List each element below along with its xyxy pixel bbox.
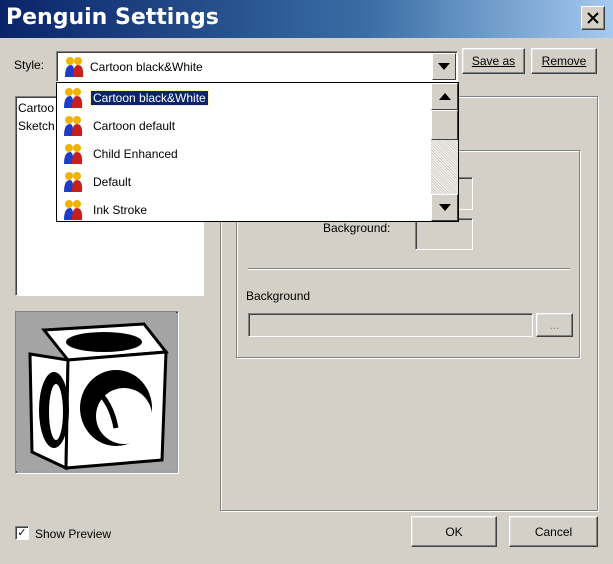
dropdown-option[interactable]: Default xyxy=(57,168,431,196)
style-dropdown-button[interactable] xyxy=(432,53,456,80)
window-title: Penguin Settings xyxy=(6,5,219,30)
penguin-style-icon xyxy=(64,172,83,192)
dropdown-option-label: Child Enhanced xyxy=(93,147,178,161)
dropdown-option-label: Cartoon default xyxy=(93,119,176,133)
background-group-label: Background xyxy=(246,289,311,303)
dropdown-arrow-icon xyxy=(438,62,450,70)
dropdown-option[interactable]: Cartoon black&White xyxy=(57,84,431,112)
cancel-button[interactable]: Cancel xyxy=(509,516,598,547)
separator xyxy=(248,268,570,270)
penguin-style-icon xyxy=(65,57,84,77)
style-list-item[interactable]: Cartoo xyxy=(18,101,54,115)
style-dropdown-list[interactable]: Cartoon black&White Cartoon default Chil… xyxy=(56,82,459,222)
dropdown-option[interactable]: Cartoon default xyxy=(57,112,431,140)
penguin-style-icon xyxy=(64,116,83,136)
scroll-down-button[interactable] xyxy=(431,194,458,221)
dropdown-option-label: Ink Stroke xyxy=(93,203,148,217)
close-icon xyxy=(587,12,599,24)
scroll-up-button[interactable] xyxy=(431,83,458,110)
ok-label: OK xyxy=(445,524,463,539)
background-path-field[interactable] xyxy=(248,313,533,337)
save-as-label: Save as xyxy=(471,54,516,68)
penguin-style-icon xyxy=(64,200,83,220)
dropdown-option-label: Cartoon black&White xyxy=(90,90,209,106)
penguin-settings-dialog: Penguin Settings Style: Cartoon black&Wh… xyxy=(0,0,613,564)
style-list-item[interactable]: Sketch xyxy=(18,119,55,133)
dropdown-option-label: Default xyxy=(93,175,132,189)
dropdown-option[interactable]: Ink Stroke xyxy=(57,196,431,224)
check-mark-icon: ✓ xyxy=(17,526,27,539)
scroll-thumb[interactable] xyxy=(431,110,458,140)
preview-image xyxy=(15,311,179,474)
scroll-down-icon xyxy=(438,203,451,211)
dropdown-option[interactable]: Child Enhanced xyxy=(57,140,431,168)
style-combobox[interactable]: Cartoon black&White xyxy=(56,51,458,82)
cancel-label: Cancel xyxy=(534,524,573,539)
scroll-up-icon xyxy=(438,92,451,100)
penguin-style-icon xyxy=(64,144,83,164)
cube-preview-image xyxy=(16,312,176,471)
close-button[interactable] xyxy=(581,6,605,30)
browse-label: ... xyxy=(549,318,560,332)
show-preview-checkbox[interactable]: ✓ xyxy=(15,526,29,540)
remove-button[interactable]: Remove xyxy=(531,48,597,74)
ok-button[interactable]: OK xyxy=(411,516,497,547)
save-as-button[interactable]: Save as xyxy=(462,48,525,74)
penguin-style-icon xyxy=(64,88,83,108)
style-label: Style: xyxy=(14,58,45,72)
dropdown-scrollbar[interactable] xyxy=(431,83,458,221)
style-combobox-value: Cartoon black&White xyxy=(90,60,203,74)
remove-label: Remove xyxy=(541,54,587,68)
show-preview-label[interactable]: Show Preview xyxy=(35,527,111,541)
title-bar: Penguin Settings xyxy=(0,0,613,38)
browse-button[interactable]: ... xyxy=(536,313,573,337)
